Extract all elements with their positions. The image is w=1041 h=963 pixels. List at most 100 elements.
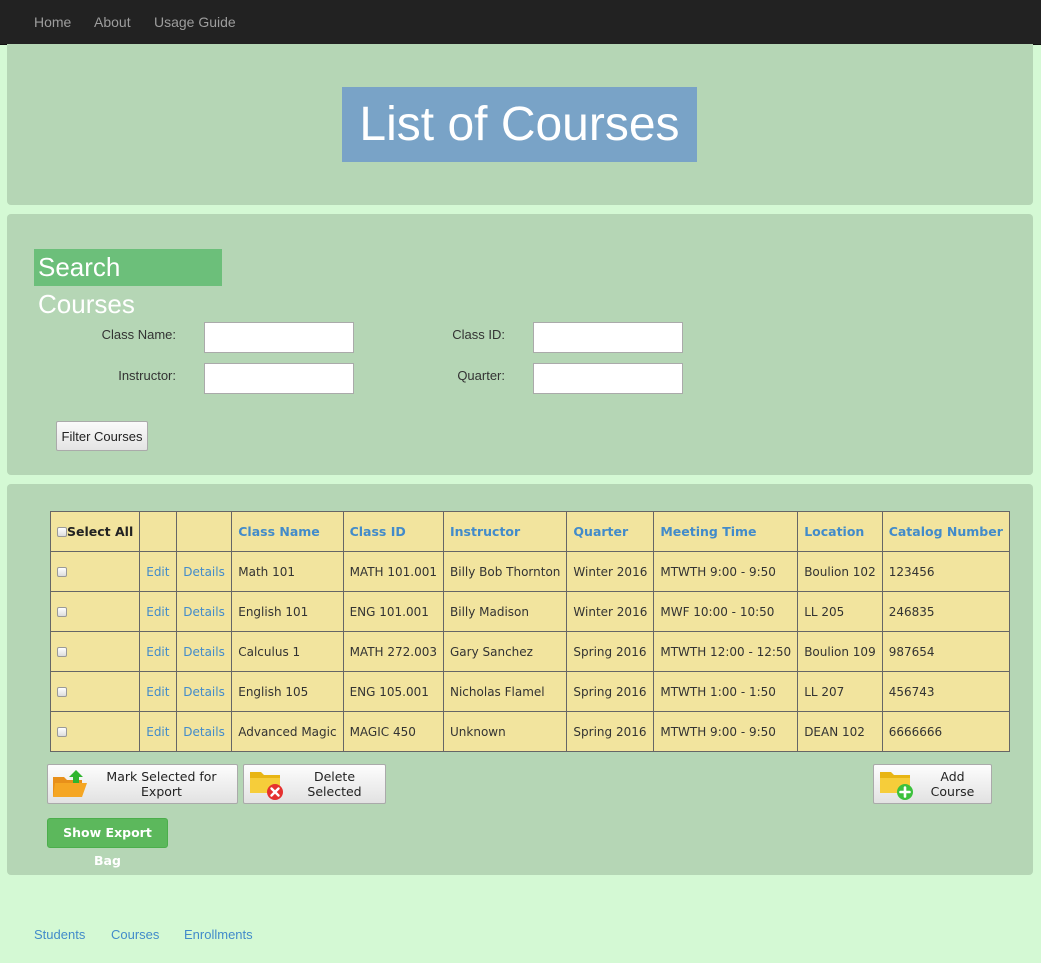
nav-about[interactable]: About (94, 14, 131, 30)
footer-link-students[interactable]: Students (34, 927, 85, 942)
class-id-cell: ENG 101.001 (342, 591, 445, 632)
search-title: Search Courses (34, 249, 222, 319)
row-select-cell (49, 671, 141, 712)
class-name-cell: Math 101 (231, 551, 344, 592)
table-row: Edit Details Math 101 MATH 101.001 Billy… (49, 551, 1010, 592)
details-link[interactable]: Details (183, 645, 225, 659)
row-checkbox[interactable] (57, 606, 67, 617)
table-row: Edit Details Advanced Magic MAGIC 450 Un… (49, 711, 1010, 752)
catalog-number-cell: 6666666 (881, 711, 1010, 752)
class-id-label: Class ID: (452, 327, 505, 342)
class-name-input[interactable] (204, 322, 354, 353)
add-course-label: Add Course (930, 769, 975, 799)
edit-cell: Edit (139, 671, 178, 712)
details-cell: Details (176, 671, 233, 712)
meeting-time-cell: MTWTH 1:00 - 1:50 (653, 671, 799, 712)
catalog-number-cell: 246835 (881, 591, 1010, 632)
instructor-cell: Billy Bob Thornton (442, 551, 568, 592)
class-name-cell: English 101 (231, 591, 344, 632)
edit-cell: Edit (139, 631, 178, 672)
footer-link-enrollments[interactable]: Enrollments (184, 927, 253, 942)
instructor-cell: Unknown (442, 711, 568, 752)
class-name-cell: English 105 (231, 671, 344, 712)
details-column-header (176, 511, 233, 552)
details-cell: Details (176, 591, 233, 632)
column-header-catalog-number[interactable]: Catalog Number (881, 511, 1010, 552)
title-panel: List of Courses (7, 44, 1033, 205)
meeting-time-cell: MTWTH 9:00 - 9:50 (653, 551, 799, 592)
row-checkbox[interactable] (57, 646, 67, 657)
class-id-cell: MATH 101.001 (342, 551, 445, 592)
edit-link[interactable]: Edit (146, 725, 169, 739)
select-all-label: Select All (67, 524, 134, 539)
quarter-cell: Winter 2016 (566, 591, 655, 632)
folder-delete-icon (250, 772, 283, 800)
details-cell: Details (176, 631, 233, 672)
column-header-quarter[interactable]: Quarter (566, 511, 655, 552)
instructor-cell: Nicholas Flamel (442, 671, 568, 712)
edit-cell: Edit (139, 551, 178, 592)
table-row: Edit Details English 105 ENG 105.001 Nic… (49, 671, 1010, 712)
select-all-checkbox[interactable] (57, 527, 67, 537)
delete-selected-label: Delete Selected (307, 769, 362, 799)
meeting-time-cell: MWF 10:00 - 10:50 (653, 591, 799, 632)
add-course-button[interactable]: Add Course (873, 764, 992, 804)
nav-usage-guide[interactable]: Usage Guide (154, 14, 236, 30)
details-link[interactable]: Details (183, 725, 225, 739)
row-checkbox[interactable] (57, 686, 67, 697)
catalog-number-cell: 123456 (881, 551, 1010, 592)
edit-link[interactable]: Edit (146, 565, 169, 579)
instructor-input[interactable] (204, 363, 354, 394)
class-id-cell: ENG 105.001 (342, 671, 445, 712)
quarter-input[interactable] (533, 363, 683, 394)
quarter-label: Quarter: (457, 368, 505, 383)
mark-selected-export-label: Mark Selected for Export (106, 769, 217, 799)
column-header-instructor[interactable]: Instructor (442, 511, 568, 552)
edit-link[interactable]: Edit (146, 685, 169, 699)
nav-home[interactable]: Home (34, 14, 71, 30)
class-id-input[interactable] (533, 322, 683, 353)
courses-panel: Select All Class Name Class ID Instructo… (7, 484, 1033, 875)
class-name-label: Class Name: (101, 327, 176, 342)
meeting-time-cell: MTWTH 9:00 - 9:50 (653, 711, 799, 752)
edit-link[interactable]: Edit (146, 645, 169, 659)
details-link[interactable]: Details (183, 685, 225, 699)
column-header-meeting-time[interactable]: Meeting Time (653, 511, 799, 552)
show-export-bag-button[interactable]: Show Export Bag (47, 818, 168, 868)
edit-link[interactable]: Edit (146, 605, 169, 619)
instructor-cell: Gary Sanchez (442, 631, 568, 672)
quarter-cell: Winter 2016 (566, 551, 655, 592)
details-cell: Details (176, 711, 233, 752)
quarter-cell: Spring 2016 (566, 711, 655, 752)
row-checkbox[interactable] (57, 726, 67, 737)
class-id-cell: MATH 272.003 (342, 631, 445, 672)
location-cell: LL 207 (797, 671, 883, 712)
top-navbar: Home About Usage Guide (0, 0, 1041, 45)
location-cell: DEAN 102 (797, 711, 883, 752)
filter-courses-button[interactable]: Filter Courses (56, 421, 148, 451)
edit-cell: Edit (139, 711, 178, 752)
mark-selected-export-button[interactable]: Mark Selected for Export (47, 764, 238, 804)
details-cell: Details (176, 551, 233, 592)
class-name-cell: Calculus 1 (231, 631, 344, 672)
row-select-cell (49, 711, 141, 752)
select-all-header: Select All (49, 511, 141, 552)
folder-export-icon (53, 770, 87, 797)
column-header-class-id[interactable]: Class ID (342, 511, 445, 552)
location-cell: Boulion 102 (797, 551, 883, 592)
delete-selected-button[interactable]: Delete Selected (243, 764, 386, 804)
details-link[interactable]: Details (183, 605, 225, 619)
page-title: List of Courses (342, 87, 697, 162)
column-header-location[interactable]: Location (797, 511, 883, 552)
row-select-cell (49, 591, 141, 632)
location-cell: LL 205 (797, 591, 883, 632)
details-link[interactable]: Details (183, 565, 225, 579)
folder-add-icon (880, 772, 913, 800)
edit-column-header (139, 511, 178, 552)
row-checkbox[interactable] (57, 566, 67, 577)
row-select-cell (49, 551, 141, 592)
column-header-class-name[interactable]: Class Name (231, 511, 344, 552)
instructor-label: Instructor: (118, 368, 176, 383)
footer-link-courses[interactable]: Courses (111, 927, 159, 942)
class-id-cell: MAGIC 450 (342, 711, 445, 752)
